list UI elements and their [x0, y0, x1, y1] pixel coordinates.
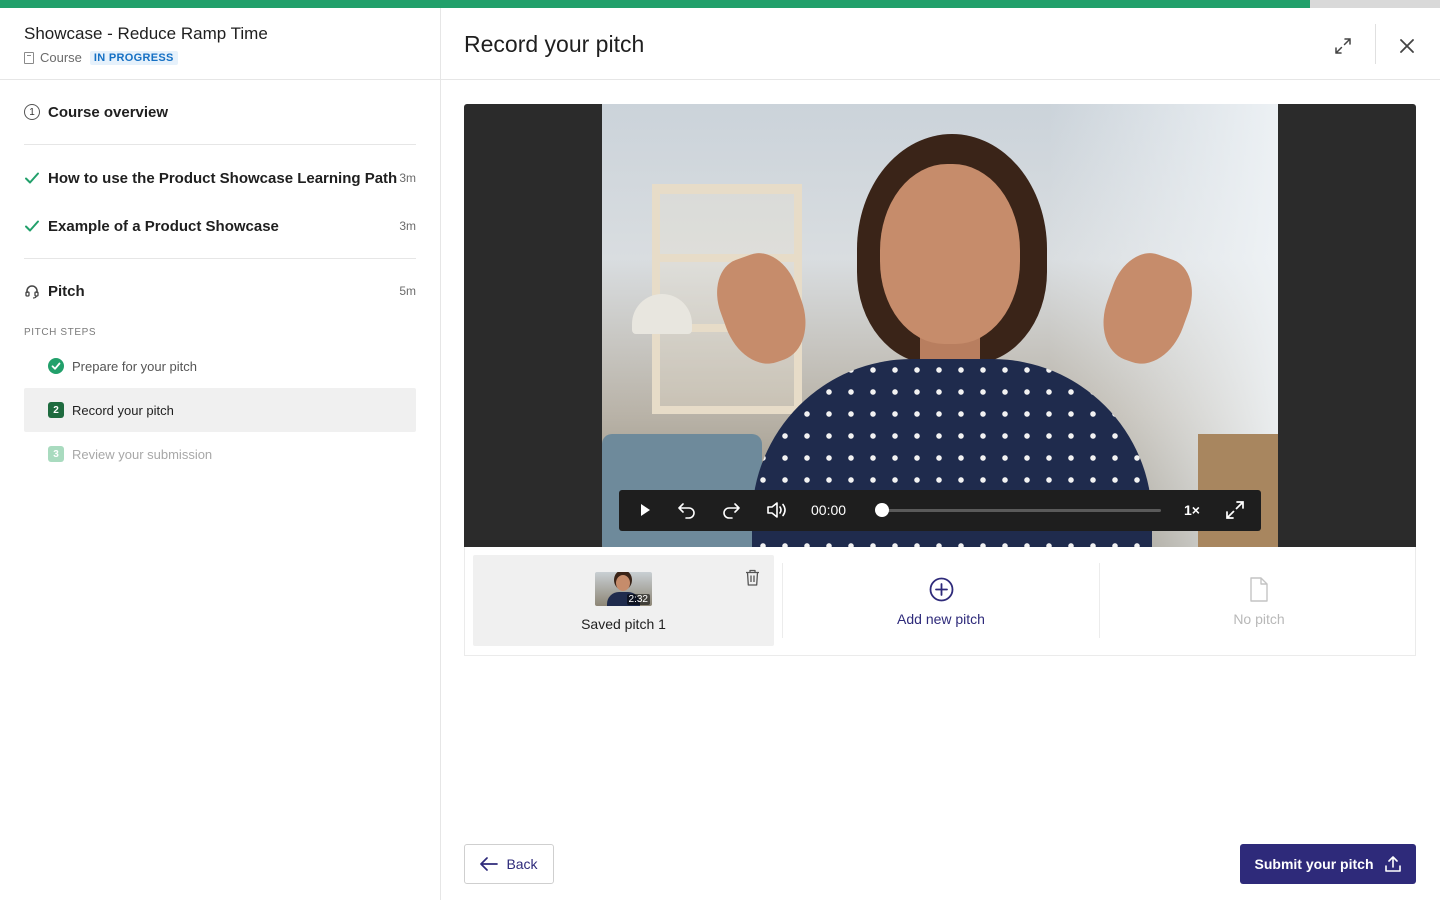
close-icon: [1400, 39, 1414, 53]
course-progress-fill: [0, 0, 1311, 8]
step-number-badge: 3: [48, 446, 64, 462]
play-icon: [641, 504, 650, 516]
back-button[interactable]: Back: [464, 844, 554, 884]
fullscreen-button[interactable]: [1222, 497, 1248, 523]
main-panel: Record your pitch 00:00 1× 2:32 Saved pi…: [441, 8, 1440, 900]
check-circle-icon: [48, 358, 64, 374]
player-controls: 00:00 1×: [619, 490, 1261, 531]
video-frame[interactable]: [602, 104, 1278, 547]
step-label: Prepare for your pitch: [72, 358, 198, 374]
course-type-label: Course: [40, 50, 82, 65]
upload-icon: [1384, 856, 1401, 872]
submit-pitch-button[interactable]: Submit your pitch: [1240, 844, 1416, 884]
divider: [24, 144, 416, 145]
scrub-handle[interactable]: [875, 503, 889, 517]
current-time: 00:00: [811, 502, 847, 518]
duration-label: 5m: [399, 284, 416, 298]
submit-button-label: Submit your pitch: [1254, 856, 1374, 872]
step-review: 3 Review your submission: [24, 432, 416, 476]
nav-item-pitch[interactable]: Pitch 5m: [24, 259, 416, 323]
pitch-steps-heading: PITCH STEPS: [24, 327, 97, 338]
duration-label: 3m: [399, 219, 416, 233]
no-pitch-label: No pitch: [1233, 611, 1285, 627]
volume-icon: [767, 502, 786, 518]
pitch-steps-list: Prepare for your pitch 2 Record your pit…: [0, 338, 440, 476]
book-icon: [24, 51, 34, 64]
step-label: Review your submission: [72, 446, 213, 462]
nav-item-course-overview[interactable]: 1 Course overview: [24, 80, 416, 144]
step-number-badge: 2: [48, 402, 64, 418]
add-circle-icon: [929, 577, 954, 602]
course-header: Showcase - Reduce Ramp Time Course IN PR…: [0, 8, 440, 80]
step-record[interactable]: 2 Record your pitch: [24, 388, 416, 432]
course-meta: Course IN PROGRESS: [24, 50, 416, 65]
pitch-list: 2:32 Saved pitch 1 Add new pitch No pitc…: [464, 547, 1416, 656]
status-badge: IN PROGRESS: [89, 50, 178, 65]
headset-icon: [24, 283, 40, 299]
course-nav: 1 Course overview How to use the Product…: [0, 80, 440, 323]
document-icon: [1250, 577, 1268, 602]
back-button-label: Back: [506, 856, 538, 872]
nav-item-label: How to use the Product Showcase Learning…: [48, 169, 398, 187]
number-circle-icon: 1: [24, 104, 40, 120]
volume-button[interactable]: [764, 497, 790, 523]
check-icon: [24, 170, 40, 186]
play-button[interactable]: [632, 497, 658, 523]
saved-pitch-label: Saved pitch 1: [581, 616, 666, 632]
rewind-icon: [678, 503, 695, 519]
divider: [1099, 563, 1100, 638]
playback-speed-button[interactable]: 1×: [1184, 502, 1200, 518]
add-new-pitch-button[interactable]: Add new pitch: [783, 555, 1099, 646]
expand-button[interactable]: [1329, 32, 1357, 60]
presenter-face: [880, 164, 1020, 344]
main-header: Record your pitch: [441, 8, 1440, 80]
step-label: Record your pitch: [72, 402, 174, 418]
divider: [1375, 24, 1376, 64]
nav-item-label: Pitch: [48, 282, 85, 300]
pitch-thumbnail[interactable]: 2:32: [595, 572, 652, 606]
scrub-track[interactable]: [881, 509, 1161, 512]
arrow-left-icon: [480, 857, 499, 871]
fullscreen-icon: [1226, 501, 1244, 519]
page-title: Record your pitch: [464, 31, 645, 57]
nav-item-label: Example of a Product Showcase: [48, 217, 279, 235]
empty-pitch-slot: No pitch: [1101, 555, 1417, 646]
forward-icon: [723, 503, 740, 519]
saved-pitch-card[interactable]: 2:32 Saved pitch 1: [473, 555, 774, 646]
check-icon: [24, 218, 40, 234]
video-player[interactable]: 00:00 1×: [464, 104, 1416, 547]
add-new-pitch-label: Add new pitch: [897, 611, 985, 627]
rewind-button[interactable]: [674, 497, 700, 523]
trash-icon: [745, 569, 759, 586]
forward-button[interactable]: [718, 497, 744, 523]
duration-label: 3m: [399, 171, 416, 185]
course-progress-bar: [0, 0, 1440, 8]
nav-item-label: Course overview: [48, 103, 169, 121]
nav-item-how-to-use[interactable]: How to use the Product Showcase Learning…: [24, 146, 416, 210]
nav-item-example[interactable]: Example of a Product Showcase 3m: [24, 202, 416, 250]
course-title: Showcase - Reduce Ramp Time: [24, 24, 268, 43]
course-sidebar: Showcase - Reduce Ramp Time Course IN PR…: [0, 8, 441, 900]
step-prepare[interactable]: Prepare for your pitch: [24, 344, 416, 388]
thumbnail-face: [616, 575, 630, 591]
close-button[interactable]: [1393, 32, 1421, 60]
pitch-duration: 2:32: [626, 594, 650, 605]
expand-icon: [1335, 38, 1351, 54]
delete-pitch-button[interactable]: [743, 567, 761, 587]
